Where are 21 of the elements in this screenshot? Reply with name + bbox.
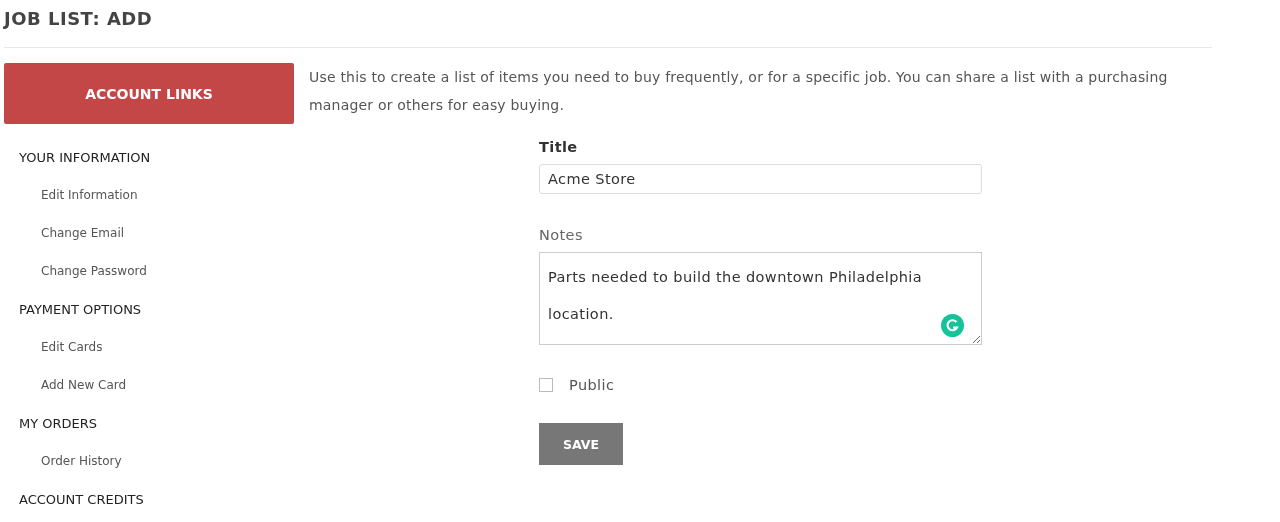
sidebar-section-link[interactable]: ACCOUNT CREDITS (4, 490, 294, 509)
title-input[interactable]: Acme Store (539, 164, 982, 194)
sidebar-link[interactable]: Edit Information (4, 186, 294, 205)
save-button[interactable]: SAVE (539, 423, 623, 465)
sidebar-section-link[interactable]: PAYMENT OPTIONS (4, 300, 294, 319)
sidebar-link[interactable]: Order History (4, 452, 294, 471)
sidebar-link[interactable]: Edit Cards (4, 338, 294, 357)
notes-label: Notes (539, 227, 583, 243)
sidebar-link[interactable]: Change Email (4, 224, 294, 243)
title-label: Title (539, 139, 578, 155)
public-label: Public (569, 377, 615, 393)
notes-textarea[interactable]: Parts needed to build the downtown Philadelphia location. (539, 252, 982, 345)
sidebar-link[interactable]: Change Password (4, 262, 294, 281)
sidebar-header: ACCOUNT LINKS (4, 63, 294, 124)
sidebar-link[interactable]: Add New Card (4, 376, 294, 395)
sidebar-section-link[interactable]: MY ORDERS (4, 414, 294, 433)
grammar-assistant-icon[interactable] (941, 314, 964, 337)
sidebar-section-link[interactable]: YOUR INFORMATION (4, 148, 294, 167)
public-checkbox[interactable] (539, 378, 553, 392)
intro-text: Use this to create a list of items you need to buy frequently, or for a specific job. You can share a list with a purchasing manager or others for easy buying. (309, 68, 1169, 115)
page-title: JOB LIST: ADD (4, 7, 154, 31)
